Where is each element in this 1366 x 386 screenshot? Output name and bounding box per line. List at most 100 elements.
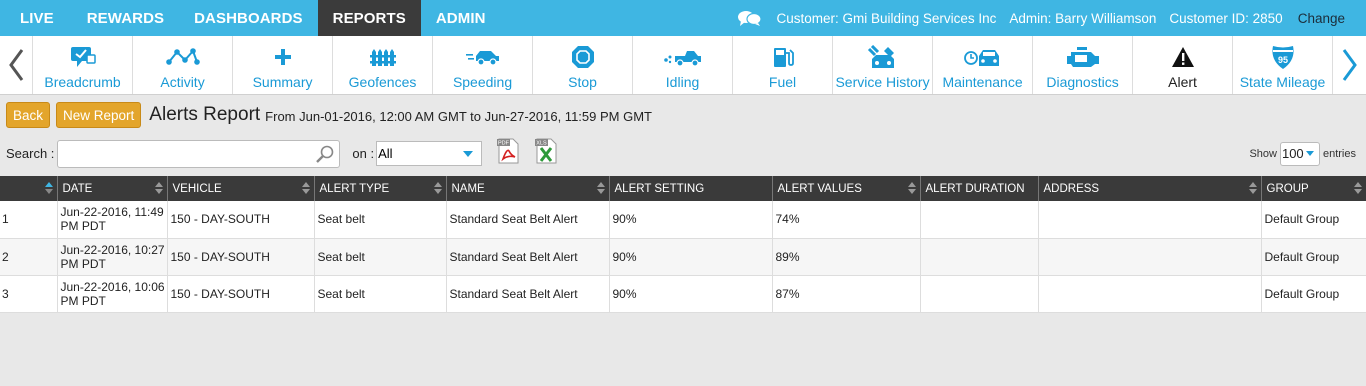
search-scope-select[interactable]: All [376,141,483,166]
new-report-button[interactable]: New Report [56,102,142,128]
table-row[interactable]: 3 Jun-22-2016, 10:06 PM PDT 150 - DAY-SO… [0,275,1366,313]
speeding-car-icon [465,42,501,72]
search-row: Search : on : All PDF XLS Show 100 entri… [0,135,1366,172]
column-header-alert-type[interactable]: ALERT TYPE [314,176,447,201]
cell-alert-type: Seat belt [314,201,447,239]
tool-diagnostics[interactable]: Diagnostics [1033,36,1134,94]
tool-label: Activity [160,74,205,90]
cell-index: 1 [0,201,58,239]
engine-icon [1065,42,1101,72]
tool-geofences[interactable]: Geofences [333,36,434,94]
tool-fuel[interactable]: Fuel [733,36,834,94]
tool-idling[interactable]: Idling [633,36,734,94]
pdf-export-icon[interactable]: PDF [495,138,521,169]
cell-alert-duration [920,275,1039,313]
table-row[interactable]: 2 Jun-22-2016, 10:27 PM PDT 150 - DAY-SO… [0,238,1366,276]
cell-index: 2 [0,238,58,276]
column-header-alert-values[interactable]: ALERT VALUES [772,176,921,201]
toolbar-items: Breadcrumb Activity Summary Geofences Sp… [33,36,1334,94]
column-header-group[interactable]: GROUP [1261,176,1366,201]
tool-maintenance[interactable]: Maintenance [933,36,1034,94]
column-header-date[interactable]: DATE [57,176,168,201]
customer-id: Customer ID: 2850 [1169,10,1283,26]
tool-service-history[interactable]: Service History [833,36,934,94]
svg-text:95: 95 [1278,55,1288,65]
sort-asc-icon[interactable] [44,182,53,197]
back-button[interactable]: Back [6,102,51,128]
customer-name: Customer: Gmi Building Services Inc [776,10,997,26]
tool-summary[interactable]: Summary [233,36,334,94]
tool-label: Maintenance [942,74,1023,90]
report-toolbar: Breadcrumb Activity Summary Geofences Sp… [0,36,1366,95]
nav-dashboards[interactable]: DASHBOARDS [179,0,318,36]
tool-label: Summary [252,74,313,90]
scroll-left-arrow[interactable] [0,36,34,94]
sort-icon[interactable] [1248,182,1257,197]
column-header-index[interactable] [0,176,58,201]
activity-icon [165,42,200,72]
change-link[interactable]: Change [1298,11,1345,26]
entries-label: entries [1322,147,1356,160]
cell-alert-setting: 90% [609,238,773,276]
top-navigation-bar: LIVE REWARDS DASHBOARDS REPORTS ADMIN Cu… [0,0,1366,36]
sort-icon[interactable] [154,182,163,197]
search-field [57,139,341,169]
chevron-right-icon [1342,49,1357,81]
column-header-alert-setting[interactable]: ALERT SETTING [609,176,773,201]
cell-vehicle: 150 - DAY-SOUTH [167,201,315,239]
column-header-alert-duration[interactable]: ALERT DURATION [920,176,1039,201]
tool-label: Fuel [768,74,797,90]
xls-export-icon[interactable]: XLS [533,138,559,169]
column-header-address[interactable]: ADDRESS [1038,176,1262,201]
tool-breadcrumb[interactable]: Breadcrumb [33,36,134,94]
chevron-down-icon [463,151,474,157]
cell-group: Default Group [1261,275,1366,313]
search-icon[interactable] [315,144,335,169]
tool-label: State Mileage [1239,74,1326,90]
search-input[interactable] [58,140,309,167]
tool-alert[interactable]: Alert [1133,36,1234,94]
column-header-name[interactable]: NAME [446,176,610,201]
cell-alert-values: 74% [772,201,921,239]
cell-address [1038,275,1262,313]
cell-alert-setting: 90% [609,275,773,313]
nav-reports[interactable]: REPORTS [317,0,421,36]
cell-alert-type: Seat belt [314,238,447,276]
tool-state-mileage[interactable]: 95 State Mileage [1233,36,1334,94]
nav-admin[interactable]: ADMIN [421,0,501,36]
column-header-vehicle[interactable]: VEHICLE [167,176,315,201]
cell-alert-values: 89% [772,238,921,276]
sort-icon[interactable] [1353,182,1362,197]
table-row[interactable]: 1 Jun-22-2016, 11:49 PM PDT 150 - DAY-SO… [0,201,1366,239]
chevron-down-icon [1305,150,1314,156]
sort-icon[interactable] [596,182,605,197]
nav-live[interactable]: LIVE [0,0,72,36]
cell-alert-setting: 90% [609,201,773,239]
chat-icon[interactable] [737,9,763,27]
alerts-table: DATE VEHICLE ALERT TYPE NAME ALERT SETTI… [0,176,1366,313]
scroll-right-arrow[interactable] [1333,36,1366,94]
account-info: Customer: Gmi Building Services Inc Admi… [737,0,1366,36]
cell-address [1038,201,1262,239]
breadcrumb-icon [69,42,97,72]
cell-index: 3 [0,275,58,313]
report-header: Back New Report Alerts Report From Jun-0… [0,95,1366,135]
cell-vehicle: 150 - DAY-SOUTH [167,238,315,276]
table-header-row: DATE VEHICLE ALERT TYPE NAME ALERT SETTI… [0,176,1366,201]
tool-stop[interactable]: Stop [533,36,634,94]
page-size-control: Show 100 entries [1249,135,1356,172]
nav-rewards[interactable]: REWARDS [72,0,179,36]
page-size-select[interactable]: 100 [1279,141,1320,166]
svg-text:XLS: XLS [536,141,547,147]
tool-label: Idling [665,74,700,90]
sort-icon[interactable] [301,182,310,197]
tool-label: Speeding [452,74,513,90]
cell-group: Default Group [1261,238,1366,276]
tool-activity[interactable]: Activity [133,36,234,94]
sort-icon[interactable] [907,182,916,197]
sort-icon[interactable] [433,182,442,197]
cell-date: Jun-22-2016, 10:27 PM PDT [57,238,168,276]
tool-label: Alert [1168,74,1197,90]
maintenance-car-icon [963,42,1003,72]
tool-speeding[interactable]: Speeding [433,36,534,94]
